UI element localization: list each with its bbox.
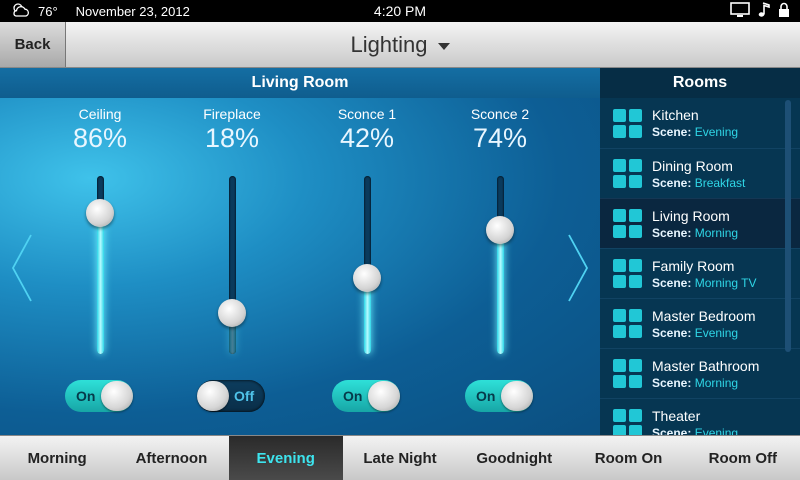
power-toggle[interactable]: Off	[197, 380, 265, 412]
room-name: Master Bathroom	[652, 357, 760, 374]
channel-name: Sconce 1	[337, 106, 397, 122]
slider-knob[interactable]	[353, 263, 381, 292]
lock-icon[interactable]	[778, 2, 790, 21]
scene-label: Scene:	[652, 175, 692, 190]
scene-label: Scene:	[652, 375, 692, 390]
room-item-living-room[interactable]: Living Room Scene: Morning	[600, 198, 800, 248]
room-item-theater[interactable]: Theater Scene: Evening	[600, 398, 800, 435]
room-name: Dining Room	[652, 157, 733, 174]
rooms-title: Rooms	[600, 68, 800, 98]
page-title: Lighting	[350, 31, 428, 57]
room-scene: Evening	[694, 125, 739, 139]
room-item-dining-room[interactable]: Dining Room Scene: Breakfast	[600, 148, 800, 198]
dimmer-slider[interactable]	[218, 176, 246, 356]
date-text: November 23, 2012	[75, 3, 190, 19]
room-name: Family Room	[652, 257, 735, 274]
toggle-knob	[101, 381, 133, 411]
room-item-family-room[interactable]: Family Room Scene: Morning TV	[600, 248, 800, 298]
channel-level: 42%	[339, 123, 395, 153]
room-scene: Morning	[694, 225, 739, 240]
room-on-button[interactable]: Room On	[571, 436, 685, 480]
temperature: 76°	[38, 3, 58, 19]
room-off-button[interactable]: Room Off	[686, 436, 800, 480]
room-name: Living Room	[652, 207, 730, 224]
slider-knob[interactable]	[218, 299, 246, 328]
room-grid-icon	[613, 159, 642, 188]
channel-fireplace: Fireplace 18% Off	[182, 106, 282, 412]
channel-name: Ceiling	[78, 106, 122, 122]
music-note-icon[interactable]	[758, 2, 770, 21]
previous-arrow-icon[interactable]	[10, 233, 34, 308]
slider-fill	[497, 232, 504, 354]
power-toggle[interactable]: On	[465, 380, 533, 412]
weather-widget: 76°	[10, 2, 58, 21]
slider-knob[interactable]	[86, 198, 114, 227]
toggle-knob	[501, 381, 533, 411]
scene-button-morning[interactable]: Morning	[0, 436, 114, 480]
power-toggle[interactable]: On	[332, 380, 400, 412]
header-bar: Lighting Back	[0, 22, 800, 68]
panel-room-title: Living Room	[0, 68, 600, 98]
room-scene: Evening	[694, 425, 739, 436]
scene-label: Scene:	[652, 225, 692, 240]
room-grid-icon	[613, 259, 642, 288]
channel-level: 18%	[204, 123, 260, 153]
room-grid-icon	[613, 409, 642, 435]
scene-button-evening[interactable]: Evening	[228, 436, 343, 480]
rooms-scrollbar[interactable]	[785, 100, 791, 352]
toggle-label: On	[476, 388, 496, 404]
toggle-label: Off	[234, 388, 255, 404]
scene-button-goodnight[interactable]: Goodnight	[457, 436, 571, 480]
room-scene: Evening	[694, 325, 739, 340]
channel-sconce-1: Sconce 1 42% On	[317, 106, 417, 412]
dimmer-slider[interactable]	[86, 176, 114, 356]
chevron-down-icon	[437, 42, 450, 50]
scene-label: Scene:	[652, 425, 692, 436]
toggle-label: On	[76, 388, 96, 404]
scene-label: Scene:	[652, 125, 692, 139]
rooms-panel: Rooms Kitchen Scene: Evening Dining Room…	[600, 68, 800, 435]
next-arrow-icon[interactable]	[566, 233, 590, 308]
toggle-label: On	[343, 388, 363, 404]
channel-level: 74%	[472, 123, 528, 153]
room-name: Kitchen	[652, 107, 699, 123]
toggle-knob	[197, 381, 229, 411]
room-scene: Morning	[694, 375, 739, 390]
room-scene: Breakfast	[694, 175, 746, 190]
room-grid-icon	[613, 209, 642, 238]
status-bar: 76° November 23, 2012 4:20 PM	[0, 0, 800, 22]
toggle-knob	[368, 381, 400, 411]
channel-sconce-2: Sconce 2 74% On	[450, 106, 550, 412]
lighting-panel: Living Room Ceiling 86% On Fireplace 18%…	[0, 68, 600, 435]
scene-label: Scene:	[652, 275, 692, 290]
room-grid-icon	[613, 309, 642, 338]
room-grid-icon	[613, 359, 642, 388]
room-scene: Morning TV	[694, 275, 757, 290]
tv-icon[interactable]	[730, 2, 750, 21]
room-name: Master Bedroom	[652, 307, 756, 324]
room-grid-icon	[613, 108, 642, 138]
room-item-master-bathroom[interactable]: Master Bathroom Scene: Morning	[600, 348, 800, 398]
channel-name: Sconce 2	[470, 106, 530, 122]
scene-label: Scene:	[652, 325, 692, 340]
room-item-master-bedroom[interactable]: Master Bedroom Scene: Evening	[600, 298, 800, 348]
partly-cloudy-icon	[10, 2, 32, 21]
dimmer-slider[interactable]	[353, 176, 381, 356]
room-name: Theater	[652, 407, 701, 424]
dimmer-slider[interactable]	[486, 176, 514, 356]
slider-knob[interactable]	[486, 216, 514, 245]
scene-button-late-night[interactable]: Late Night	[343, 436, 457, 480]
back-button[interactable]: Back	[0, 22, 66, 67]
scene-bar: Morning Afternoon Evening Late Night Goo…	[0, 435, 800, 480]
slider-fill	[97, 214, 104, 354]
room-item-kitchen[interactable]: Kitchen Scene: Evening	[600, 98, 800, 148]
scene-button-afternoon[interactable]: Afternoon	[114, 436, 228, 480]
channel-name: Fireplace	[203, 106, 261, 122]
channel-ceiling: Ceiling 86% On	[50, 106, 150, 412]
power-toggle[interactable]: On	[65, 380, 133, 412]
channel-level: 86%	[72, 123, 128, 153]
